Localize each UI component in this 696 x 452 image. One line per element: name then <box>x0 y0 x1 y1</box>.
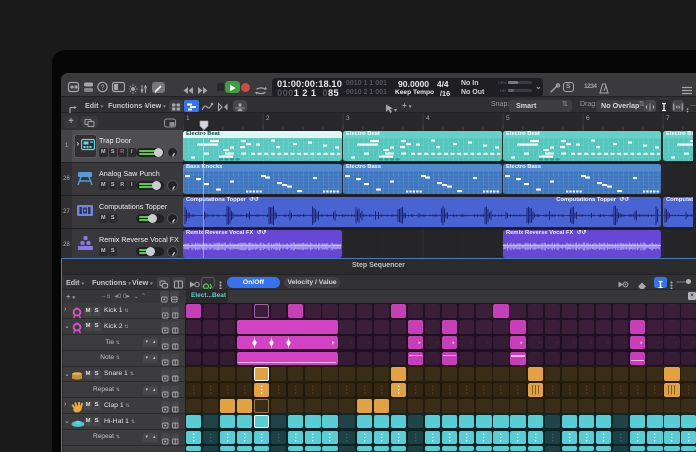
svg-text:?: ? <box>101 84 105 91</box>
